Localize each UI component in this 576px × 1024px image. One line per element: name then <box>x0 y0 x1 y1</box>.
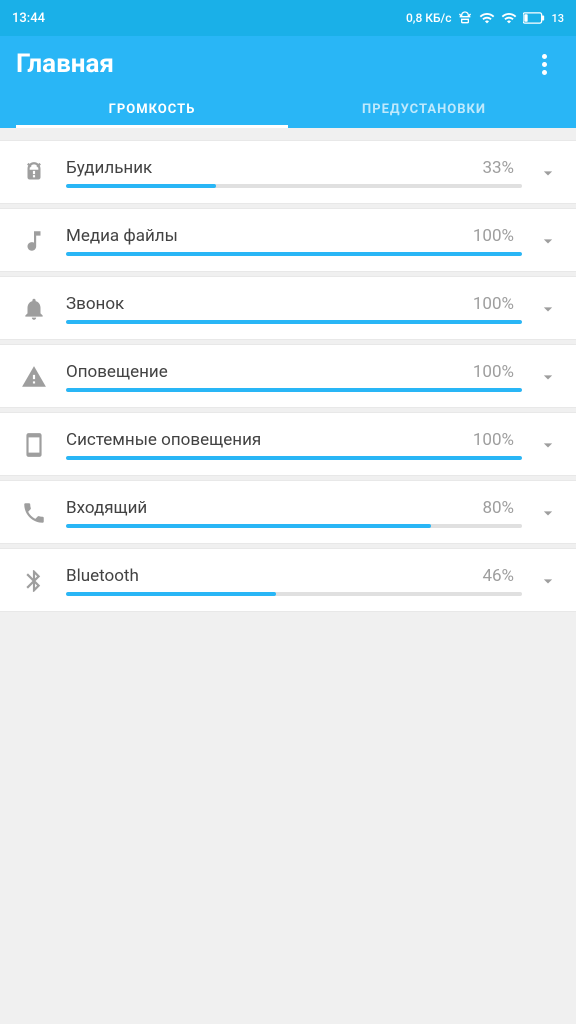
incoming-label: Входящий <box>66 498 147 518</box>
media-percent: 100% <box>473 226 514 246</box>
status-time: 13:44 <box>12 11 45 26</box>
ringtone-progress-fill <box>66 320 522 324</box>
bluetooth-chevron-icon <box>536 569 560 593</box>
list-item[interactable]: Медиа файлы 100% <box>0 208 576 272</box>
notification-progress-fill <box>66 388 522 392</box>
system-row-content: Системные оповещения 100% <box>66 430 522 460</box>
alarm-row-content: Будильник 33% <box>66 158 522 188</box>
notification-row-content: Оповещение 100% <box>66 362 522 392</box>
tab-volume[interactable]: ГРОМКОСТЬ <box>16 92 288 128</box>
media-label: Медиа файлы <box>66 226 178 246</box>
battery-level: 13 <box>551 12 564 25</box>
call-icon <box>16 495 52 531</box>
alarm-progress-fill <box>66 184 216 188</box>
incoming-progress-bg <box>66 524 522 528</box>
media-progress-fill <box>66 252 522 256</box>
notification-progress-bg <box>66 388 522 392</box>
bluetooth-row-content: Bluetooth 46% <box>66 566 522 596</box>
wifi-icon <box>501 10 517 26</box>
time-display: 13:44 <box>12 11 45 26</box>
ringtone-chevron-icon <box>536 297 560 321</box>
list-item[interactable]: Bluetooth 46% <box>0 548 576 612</box>
incoming-row-content: Входящий 80% <box>66 498 522 528</box>
media-progress-bg <box>66 252 522 256</box>
bluetooth-progress-bg <box>66 592 522 596</box>
status-icons: 0,8 КБ/с 13 <box>406 10 564 26</box>
incoming-percent: 80% <box>482 498 514 518</box>
system-label: Системные оповещения <box>66 430 261 450</box>
list-item[interactable]: Звонок 100% <box>0 276 576 340</box>
alarm-status-icon <box>457 10 473 26</box>
bluetooth-progress-fill <box>66 592 276 596</box>
tab-bar: ГРОМКОСТЬ ПРЕДУСТАНОВКИ <box>16 92 560 128</box>
overflow-menu-button[interactable] <box>528 48 560 80</box>
signal-icon <box>479 10 495 26</box>
alarm-progress-bg <box>66 184 522 188</box>
bell-icon <box>16 291 52 327</box>
phone-icon <box>16 427 52 463</box>
alarm-label: Будильник <box>66 158 152 178</box>
notification-chevron-icon <box>536 365 560 389</box>
ringtone-percent: 100% <box>473 294 514 314</box>
speed-display: 0,8 КБ/с <box>406 11 452 25</box>
alarm-percent: 33% <box>482 158 514 178</box>
system-progress-fill <box>66 456 522 460</box>
notification-percent: 100% <box>473 362 514 382</box>
incoming-chevron-icon <box>536 501 560 525</box>
app-header: Главная ГРОМКОСТЬ ПРЕДУСТАНОВКИ <box>0 36 576 128</box>
music-icon <box>16 223 52 259</box>
alarm-icon <box>16 155 52 191</box>
incoming-progress-fill <box>66 524 431 528</box>
ringtone-row-content: Звонок 100% <box>66 294 522 324</box>
list-item[interactable]: Входящий 80% <box>0 480 576 544</box>
notification-label: Оповещение <box>66 362 168 382</box>
media-row-content: Медиа файлы 100% <box>66 226 522 256</box>
ringtone-label: Звонок <box>66 294 124 314</box>
media-chevron-icon <box>536 229 560 253</box>
bluetooth-icon <box>16 563 52 599</box>
alarm-chevron-icon <box>536 161 560 185</box>
ringtone-progress-bg <box>66 320 522 324</box>
page-title: Главная <box>16 49 114 79</box>
system-chevron-icon <box>536 433 560 457</box>
status-bar: 13:44 0,8 КБ/с 13 <box>0 0 576 36</box>
tab-presets[interactable]: ПРЕДУСТАНОВКИ <box>288 92 560 128</box>
bluetooth-percent: 46% <box>482 566 514 586</box>
bluetooth-label: Bluetooth <box>66 566 139 586</box>
system-percent: 100% <box>473 430 514 450</box>
warning-icon <box>16 359 52 395</box>
list-item[interactable]: Будильник 33% <box>0 140 576 204</box>
list-item[interactable]: Оповещение 100% <box>0 344 576 408</box>
battery-icon <box>523 11 545 25</box>
volume-list: Будильник 33% Медиа файлы 100% <box>0 128 576 624</box>
list-item[interactable]: Системные оповещения 100% <box>0 412 576 476</box>
system-progress-bg <box>66 456 522 460</box>
